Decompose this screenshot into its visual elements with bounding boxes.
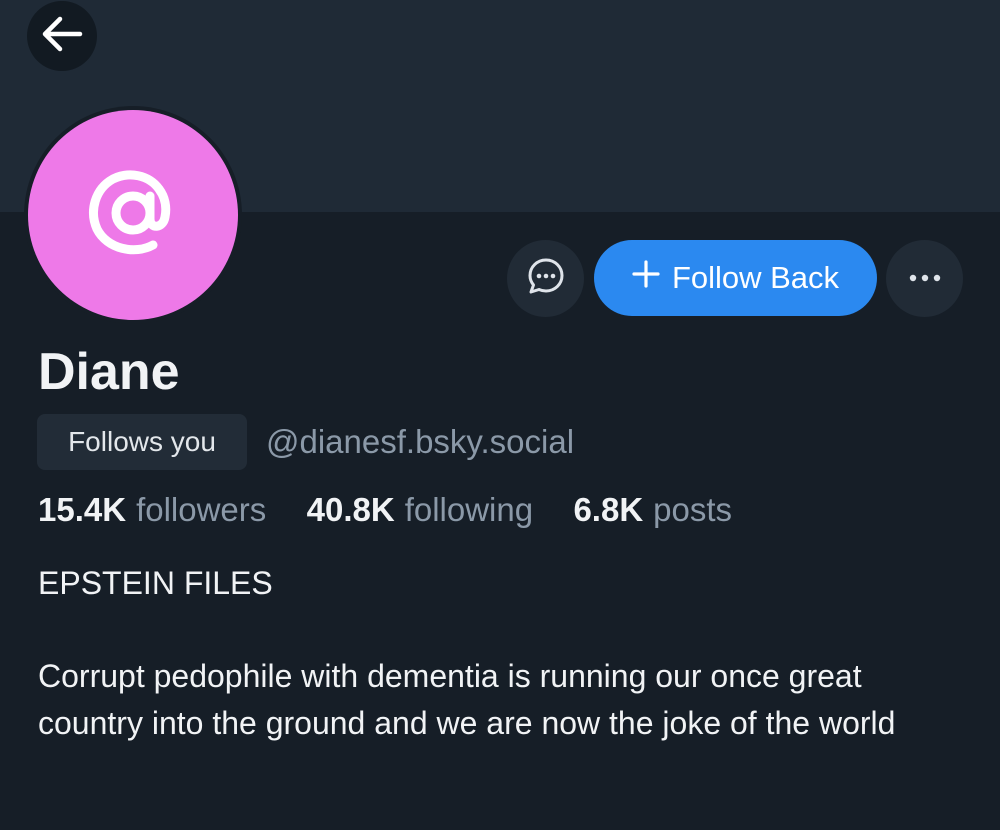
following-link[interactable]: 40.8K following: [297, 491, 542, 528]
profile-stats: 15.4K followers 40.8K following 6.8K posts: [38, 489, 732, 531]
ellipsis-icon: [908, 270, 942, 288]
bio-title: EPSTEIN FILES: [38, 565, 273, 601]
message-button[interactable]: [507, 240, 584, 317]
plus-icon: [632, 257, 660, 295]
back-button[interactable]: [27, 1, 97, 71]
following-count: 40.8K: [306, 491, 395, 528]
avatar-image: [28, 110, 238, 320]
followers-label: followers: [136, 491, 267, 528]
following-label: following: [404, 491, 534, 528]
avatar[interactable]: [24, 106, 242, 324]
posts-label: posts: [653, 491, 733, 528]
followers-link[interactable]: 15.4K followers: [38, 491, 275, 528]
posts-stat: 6.8K posts: [564, 491, 732, 528]
posts-count: 6.8K: [573, 491, 644, 528]
at-sign-icon: [81, 161, 185, 270]
follow-back-label: Follow Back: [671, 260, 840, 295]
chat-bubble-icon: [526, 256, 566, 301]
arrow-left-icon: [40, 14, 84, 59]
display-name: Diane: [38, 343, 180, 401]
more-options-button[interactable]: [886, 240, 963, 317]
followers-count: 15.4K: [38, 491, 127, 528]
bio-text: Corrupt pedophile with dementia is runni…: [38, 658, 896, 741]
follows-you-badge: Follows you: [37, 414, 247, 470]
follow-back-button[interactable]: Follow Back: [594, 240, 877, 316]
profile-handle: @dianesf.bsky.social: [266, 423, 575, 460]
